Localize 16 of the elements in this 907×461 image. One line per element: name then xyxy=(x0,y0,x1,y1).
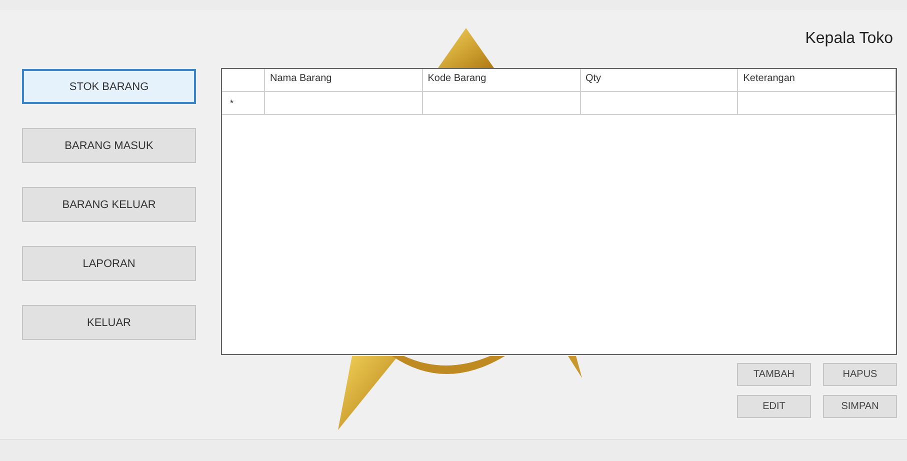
action-button[interactable]: EDIT xyxy=(737,395,811,418)
column-header[interactable]: Keterangan xyxy=(738,69,896,91)
nav-button[interactable]: LAPORAN xyxy=(22,246,196,281)
column-header[interactable]: Kode Barang xyxy=(422,69,580,91)
new-row-marker: * xyxy=(230,98,234,108)
action-button[interactable]: SIMPAN xyxy=(823,395,897,418)
nav-button[interactable]: STOK BARANG xyxy=(22,69,196,104)
user-role-title: Kepala Toko xyxy=(805,30,893,48)
column-header[interactable]: Nama Barang xyxy=(265,69,423,91)
action-button[interactable]: TAMBAH xyxy=(737,363,811,386)
logo-tail-drawing xyxy=(568,356,582,378)
nav-button[interactable]: KELUAR xyxy=(22,305,196,340)
action-button[interactable]: HAPUS xyxy=(823,363,897,386)
nav-button[interactable]: BARANG KELUAR xyxy=(22,187,196,222)
column-header[interactable]: Qty xyxy=(580,69,738,91)
nav-button[interactable]: BARANG MASUK xyxy=(22,128,196,163)
